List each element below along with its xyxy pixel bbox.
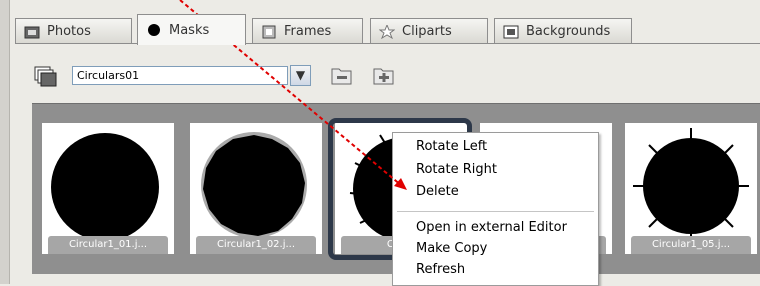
annotation-arrow-icon [179, 0, 407, 190]
mask-icon [146, 23, 162, 37]
tab-label: Masks [169, 22, 210, 38]
tab-masks[interactable]: Masks [137, 14, 246, 45]
